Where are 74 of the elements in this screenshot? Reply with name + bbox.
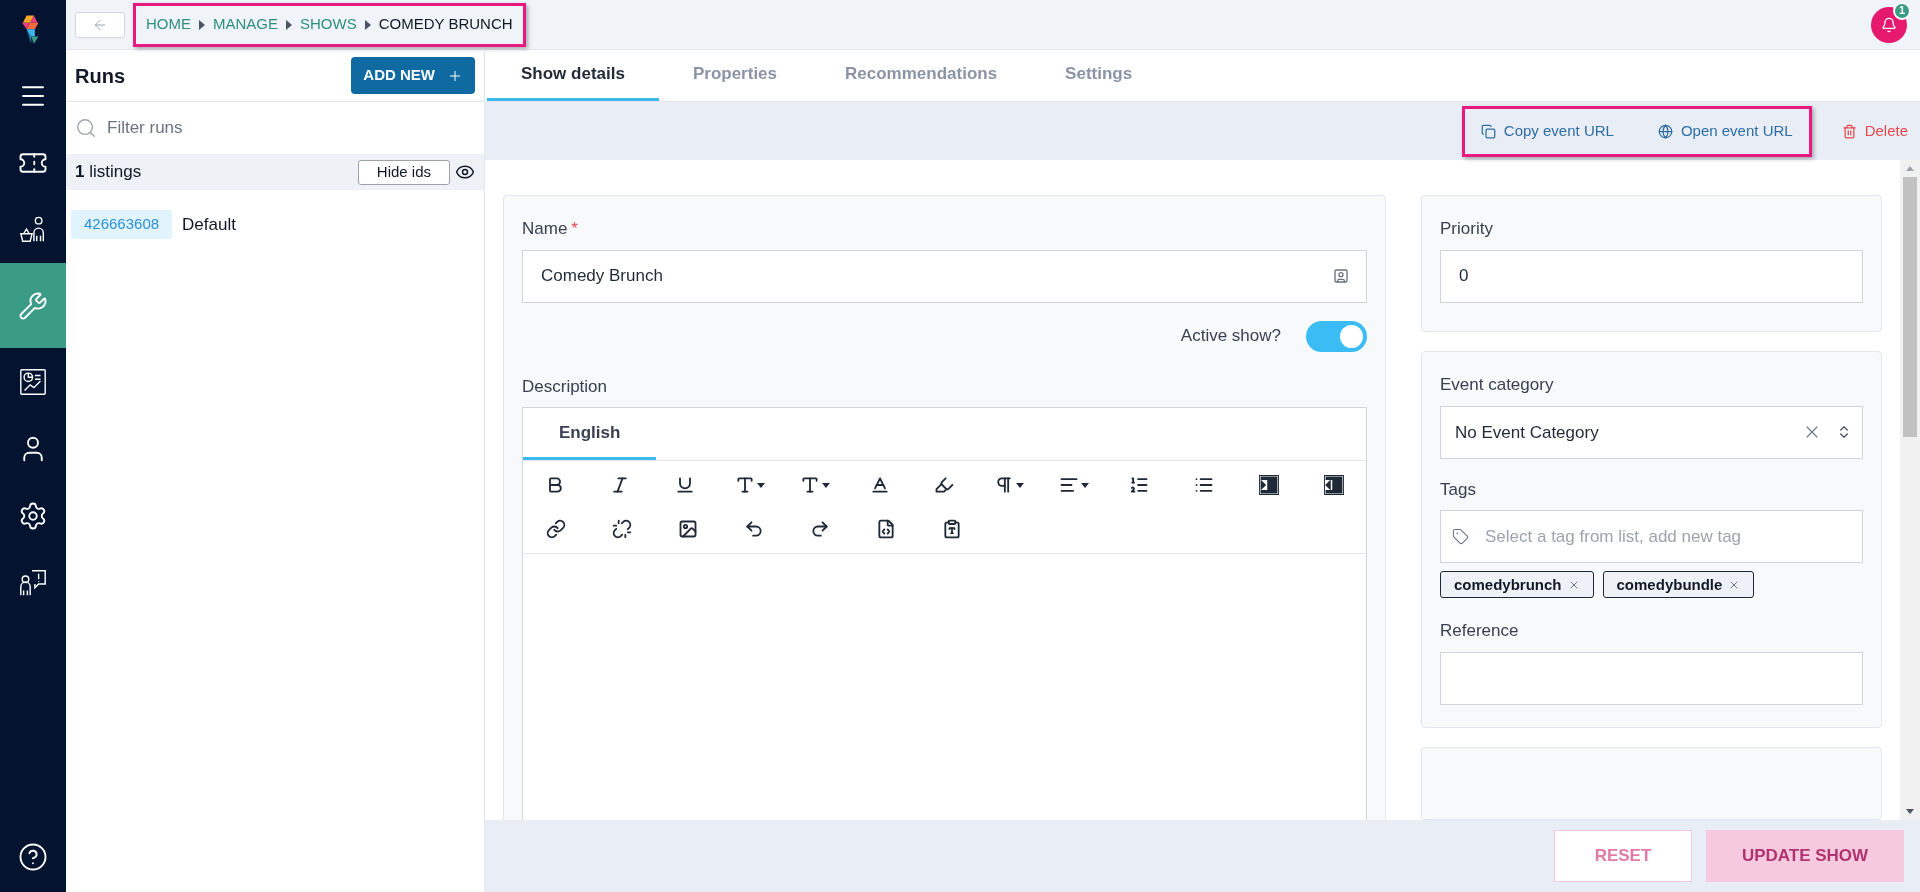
undo-icon bbox=[744, 519, 764, 539]
listing-name: Default bbox=[182, 213, 236, 236]
globe-icon bbox=[1657, 123, 1673, 139]
required-mark: * bbox=[571, 218, 578, 240]
underline-icon bbox=[675, 475, 696, 495]
settings-icon bbox=[18, 500, 48, 531]
add-new-button[interactable]: ADD NEW bbox=[351, 57, 475, 94]
listings-count: 1 listings bbox=[75, 161, 142, 184]
copy-icon bbox=[1480, 123, 1496, 139]
field-label: Name bbox=[522, 218, 568, 240]
delete-button[interactable]: Delete bbox=[1841, 119, 1908, 143]
code-view-icon bbox=[876, 519, 896, 539]
notification-badge: 1 bbox=[1893, 1, 1911, 20]
highlight-icon bbox=[934, 475, 955, 495]
language-tab[interactable]: English bbox=[523, 408, 657, 460]
eye-icon bbox=[455, 162, 475, 182]
name-field[interactable]: Comedy Brunch bbox=[522, 249, 1367, 303]
tag-chip: comedybrunch bbox=[1440, 571, 1594, 599]
field-label: Reference bbox=[1440, 620, 1520, 643]
image-icon bbox=[678, 519, 698, 539]
tab[interactable]: Recommendations bbox=[811, 50, 1032, 101]
tag-chip: comedybundle bbox=[1602, 571, 1755, 599]
tab[interactable]: Properties bbox=[658, 50, 811, 101]
notification-avatar[interactable] bbox=[1871, 6, 1907, 43]
tags-field[interactable]: Select a tag from list, add new tag bbox=[1440, 510, 1863, 564]
hide-ids-button[interactable]: Hide ids bbox=[357, 159, 450, 185]
paste-text-icon bbox=[942, 519, 962, 539]
panel-title: Runs bbox=[75, 63, 125, 89]
breadcrumb-arrow-icon bbox=[199, 19, 205, 30]
breadcrumb-link[interactable]: MANAGE bbox=[213, 13, 278, 36]
tag-icon bbox=[1452, 528, 1469, 546]
current-page-label: COMEDY BRUNCH bbox=[378, 14, 513, 35]
action-link[interactable]: Copy event URL bbox=[1470, 119, 1624, 143]
search-icon bbox=[75, 117, 97, 139]
font-size-icon bbox=[734, 475, 755, 495]
listing-id: 426663608 bbox=[71, 210, 173, 239]
breadcrumb-link[interactable]: HOME bbox=[146, 13, 191, 36]
breadcrumb-arrow-icon bbox=[364, 19, 371, 30]
person-alert-icon bbox=[18, 567, 48, 598]
reference-field[interactable] bbox=[1440, 651, 1863, 705]
report-icon bbox=[18, 366, 48, 397]
unlink-icon bbox=[612, 519, 632, 539]
trash-icon bbox=[1841, 123, 1857, 139]
link-icon bbox=[546, 519, 566, 539]
field-label: Event category bbox=[1440, 374, 1555, 397]
ordered-list-icon bbox=[1129, 475, 1149, 495]
category-select[interactable]: No Event Category bbox=[1440, 405, 1863, 459]
wrench-icon bbox=[18, 290, 48, 321]
bullet-list-icon bbox=[1193, 475, 1214, 495]
priority-field[interactable]: 0 bbox=[1440, 249, 1863, 303]
caret-icon bbox=[1016, 482, 1025, 488]
field-label: Description bbox=[522, 375, 609, 398]
scroll-down-icon[interactable] bbox=[1906, 809, 1914, 814]
toggle-label: Active show? bbox=[1180, 325, 1281, 348]
caret-icon bbox=[1081, 482, 1090, 488]
breadcrumb-arrow-icon bbox=[286, 19, 292, 30]
field-label: Priority bbox=[1440, 218, 1494, 240]
text-color-icon bbox=[869, 475, 890, 495]
font-icon bbox=[799, 475, 820, 495]
caret-icon bbox=[821, 482, 830, 488]
tab[interactable]: Settings bbox=[1031, 50, 1167, 101]
action-link[interactable]: Open event URL bbox=[1647, 119, 1803, 143]
redo-icon bbox=[810, 519, 830, 539]
id-card-icon bbox=[1333, 267, 1349, 284]
listing-item[interactable]: 426663608 Default bbox=[71, 210, 479, 239]
field-label: Tags bbox=[1440, 478, 1477, 501]
active-toggle[interactable] bbox=[1306, 320, 1367, 352]
filter-field[interactable]: Filter runs bbox=[107, 115, 475, 141]
help-icon bbox=[18, 842, 48, 872]
caret-icon bbox=[756, 482, 765, 488]
breadcrumb-link[interactable]: SHOWS bbox=[300, 13, 357, 36]
bell-icon bbox=[1881, 16, 1897, 33]
scrollbar[interactable] bbox=[1900, 160, 1920, 820]
align-icon bbox=[1059, 475, 1080, 495]
